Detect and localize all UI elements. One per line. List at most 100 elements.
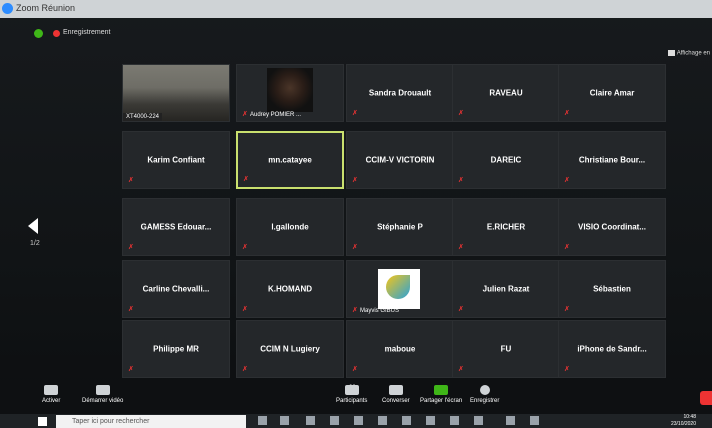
- system-clock[interactable]: 10:48 23/10/2020: [671, 414, 696, 428]
- participant-tile[interactable]: CCIM N Lugiery ✗: [236, 320, 344, 378]
- start-video-label: Démarrer vidéo: [82, 398, 124, 404]
- windows-start-icon[interactable]: [38, 417, 47, 426]
- participant-tile[interactable]: Julien Razat ✗: [452, 260, 560, 318]
- file-explorer-icon[interactable]: [354, 416, 363, 425]
- record-icon: [479, 385, 490, 395]
- bird-logo-icon: [386, 275, 410, 299]
- participant-name: Christiane Bour...: [578, 155, 646, 165]
- muted-mic-icon: ✗: [242, 244, 248, 251]
- participant-name: FU: [500, 344, 512, 354]
- share-screen-button[interactable]: Partager l'écran: [420, 385, 462, 404]
- participant-name: Mayvis GIBUS: [360, 308, 400, 314]
- taskbar-app-icon[interactable]: [306, 416, 315, 425]
- participants-button[interactable]: Participants: [336, 385, 367, 404]
- record-button[interactable]: Enregistrer: [470, 385, 499, 404]
- search-icon[interactable]: [258, 416, 267, 425]
- participant-name: Sandra Drouault: [368, 88, 432, 98]
- clock-time: 10:48: [683, 414, 696, 420]
- word-icon[interactable]: [402, 416, 411, 425]
- participant-tile[interactable]: GAMESS Edouar... ✗: [122, 198, 230, 256]
- muted-mic-icon: ✗: [352, 244, 358, 251]
- chat-button[interactable]: Converser: [382, 385, 410, 404]
- participant-tile[interactable]: l.gallonde ✗: [236, 198, 344, 256]
- taskbar-search-input[interactable]: Taper ici pour rechercher: [56, 415, 246, 428]
- powerpoint-icon[interactable]: [474, 416, 483, 425]
- participant-name: GAMESS Edouar...: [140, 222, 212, 232]
- muted-mic-icon: ✗: [564, 306, 570, 313]
- participant-tile[interactable]: K.HOMAND ✗: [236, 260, 344, 318]
- participant-tile[interactable]: Sandra Drouault ✗: [346, 64, 454, 122]
- participant-name: l.gallonde: [271, 222, 309, 232]
- muted-mic-icon: ✗: [458, 110, 464, 117]
- zoom-taskbar-icon[interactable]: [530, 416, 539, 425]
- muted-mic-icon: ✗: [242, 111, 248, 118]
- start-video-button[interactable]: Démarrer vidéo: [82, 385, 123, 404]
- record-label: Enregistrer: [470, 398, 500, 404]
- view-label: Affichage en: [676, 50, 710, 57]
- participant-name: RAVEAU: [489, 88, 523, 98]
- previous-page-arrow-icon[interactable]: [28, 218, 38, 234]
- participant-tile[interactable]: FU ✗: [452, 320, 560, 378]
- chat-icon: [388, 385, 403, 395]
- participant-name: DAREIC: [490, 155, 522, 165]
- unmute-button[interactable]: Activer: [42, 385, 60, 404]
- participant-name: Philippe MR: [153, 344, 199, 354]
- participant-tile[interactable]: VISIO Coordinat... ✗: [558, 198, 666, 256]
- participant-tile[interactable]: RAVEAU ✗: [452, 64, 560, 122]
- leave-button[interactable]: [700, 391, 712, 405]
- muted-mic-icon: ✗: [352, 366, 358, 373]
- share-screen-icon: [434, 385, 449, 395]
- participants-icon: [344, 385, 359, 395]
- participant-tile[interactable]: ✗ Mayvis GIBUS: [346, 260, 454, 318]
- participant-tile[interactable]: Sébastien ✗: [558, 260, 666, 318]
- muted-mic-icon: ✗: [128, 177, 134, 184]
- participants-label: Participants: [336, 398, 368, 404]
- excel-icon[interactable]: [426, 416, 435, 425]
- muted-mic-icon: ✗: [564, 244, 570, 251]
- participant-name: Karim Confiant: [147, 155, 205, 165]
- muted-mic-icon: ✗: [458, 177, 464, 184]
- participant-name: mn.catayee: [268, 155, 312, 165]
- outlook-icon[interactable]: [450, 416, 459, 425]
- muted-mic-icon: ✗: [352, 307, 358, 314]
- view-toggle[interactable]: Affichage en: [667, 50, 710, 57]
- unmute-label: Activer: [42, 398, 61, 404]
- muted-mic-icon: ✗: [458, 366, 464, 373]
- title-bar: Zoom Réunion: [0, 0, 712, 18]
- recording-dot-icon: [53, 30, 60, 37]
- muted-mic-icon: ✗: [564, 110, 570, 117]
- dropbox-icon[interactable]: [378, 416, 387, 425]
- participant-tile[interactable]: Christiane Bour... ✗: [558, 131, 666, 189]
- muted-mic-icon: ✗: [458, 244, 464, 251]
- muted-mic-icon: ✗: [128, 366, 134, 373]
- chat-label: Converser: [382, 398, 410, 404]
- muted-mic-icon: ✗: [128, 306, 134, 313]
- muted-mic-icon: ✗: [564, 366, 570, 373]
- participant-tile[interactable]: Stéphanie P ✗: [346, 198, 454, 256]
- zoom-logo-icon: [2, 3, 13, 14]
- task-view-icon[interactable]: [280, 416, 289, 425]
- participant-name: Sébastien: [593, 284, 631, 294]
- participant-tile[interactable]: maboue ✗: [346, 320, 454, 378]
- participant-tile[interactable]: CCIM-V VICTORIN ✗: [346, 131, 454, 189]
- participant-name: Audrey POMIER ...: [250, 112, 302, 118]
- page-indicator: 1/2: [30, 240, 40, 247]
- participant-tile[interactable]: XT4000-224: [122, 64, 230, 122]
- participant-tile[interactable]: Karim Confiant ✗: [122, 131, 230, 189]
- muted-mic-icon: [44, 385, 59, 395]
- participant-tile[interactable]: ✗ Audrey POMIER ...: [236, 64, 344, 122]
- participant-name: XT4000-224: [123, 113, 163, 121]
- participant-tile[interactable]: Claire Amar ✗: [558, 64, 666, 122]
- recording-label: Enregistrement: [63, 29, 111, 36]
- security-shield-icon[interactable]: [34, 29, 43, 38]
- muted-mic-icon: ✗: [352, 110, 358, 117]
- grid-view-icon: [667, 50, 675, 56]
- participant-tile[interactable]: DAREIC ✗: [452, 131, 560, 189]
- participant-tile[interactable]: Carline Chevalli... ✗: [122, 260, 230, 318]
- edge-browser-icon[interactable]: [330, 416, 339, 425]
- participant-tile[interactable]: iPhone de Sandr... ✗: [558, 320, 666, 378]
- participant-tile[interactable]: mn.catayee ✗: [236, 131, 344, 189]
- participant-tile[interactable]: Philippe MR ✗: [122, 320, 230, 378]
- chrome-icon[interactable]: [506, 416, 515, 425]
- participant-tile[interactable]: E.RICHER ✗: [452, 198, 560, 256]
